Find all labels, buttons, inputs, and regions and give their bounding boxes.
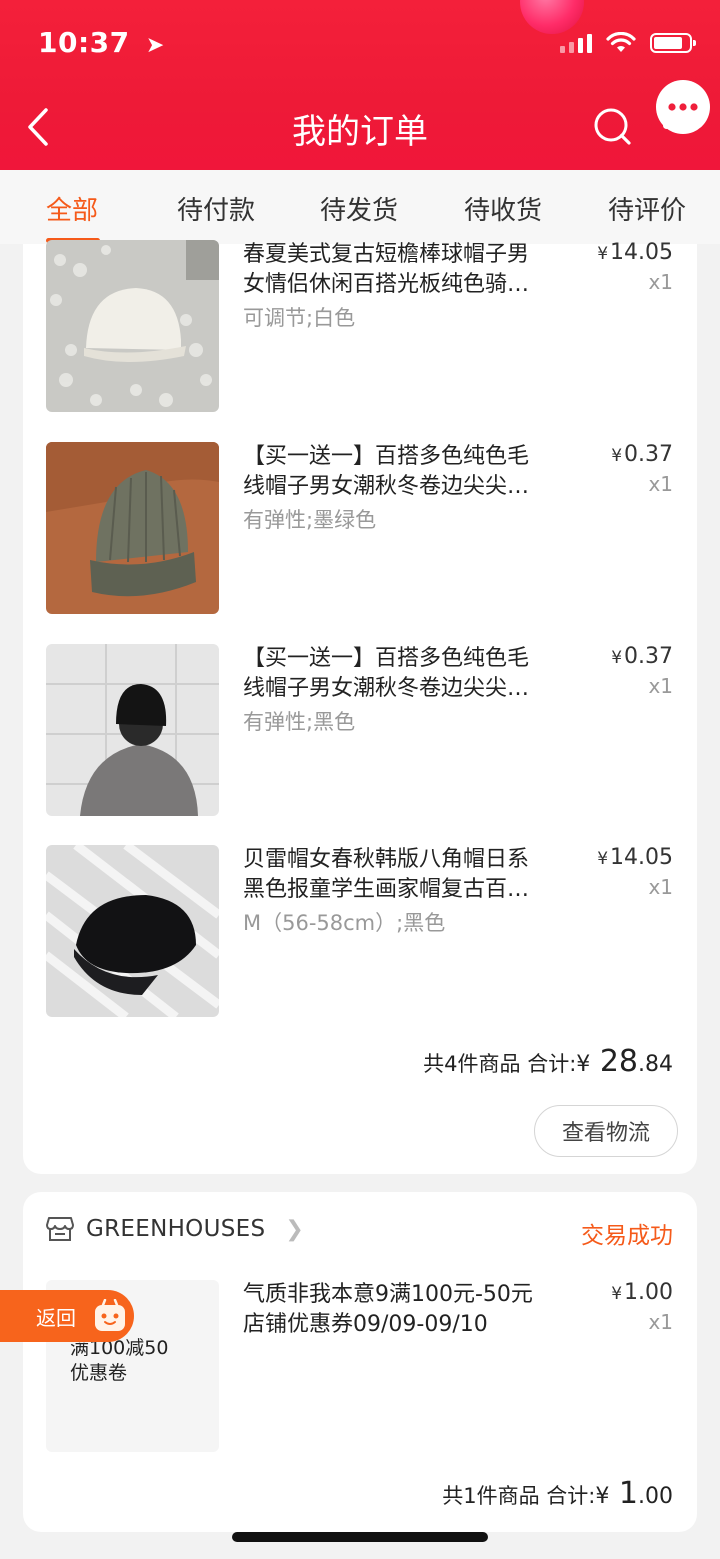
item-spec: 有弹性;墨绿色 bbox=[243, 508, 377, 532]
order-item[interactable]: 贝雷帽女春秋韩版八角帽日系 黑色报童学生画家帽复古百… M（56-58cm）;黑… bbox=[23, 845, 697, 1019]
status-time: 10:37 ➤ bbox=[38, 26, 165, 59]
tab-pending-receipt[interactable]: 待收货 bbox=[464, 190, 542, 227]
tab-pending-shipment[interactable]: 待发货 bbox=[320, 190, 398, 227]
return-label: 返回 bbox=[36, 1306, 76, 1330]
product-image bbox=[46, 240, 219, 412]
tab-pending-review[interactable]: 待评价 bbox=[608, 190, 686, 227]
product-image bbox=[46, 845, 219, 1017]
shop-name: GREENHOUSES bbox=[86, 1216, 266, 1242]
item-quantity: x1 bbox=[648, 472, 673, 496]
return-floating-button[interactable]: 返回 bbox=[0, 1290, 134, 1342]
order-item[interactable]: 【买一送一】百搭多色纯色毛 线帽子男女潮秋冬卷边尖尖… 有弹性;黑色 ¥0.37… bbox=[23, 644, 697, 818]
order-tabs: 全部 待付款 待发货 待收货 待评价 bbox=[0, 170, 720, 244]
item-price: ¥0.37 bbox=[611, 442, 673, 467]
item-title: 贝雷帽女春秋韩版八角帽日系 黑色报童学生画家帽复古百… bbox=[243, 847, 530, 902]
green-beanie-image bbox=[46, 442, 219, 614]
item-spec: M（56-58cm）;黑色 bbox=[243, 911, 446, 935]
order-status: 交易成功 bbox=[581, 1223, 673, 1249]
cell-signal-icon bbox=[560, 33, 592, 53]
item-price: ¥14.05 bbox=[597, 240, 673, 265]
shop-link[interactable]: GREENHOUSES ❯ bbox=[46, 1216, 304, 1242]
decorative-orb bbox=[520, 0, 584, 34]
item-spec: 有弹性;黑色 bbox=[243, 710, 356, 734]
item-quantity: x1 bbox=[648, 674, 673, 698]
battery-icon bbox=[650, 33, 696, 53]
tab-all[interactable]: 全部 bbox=[46, 190, 98, 227]
more-dots-icon[interactable] bbox=[663, 122, 700, 129]
order-card: 春夏美式复古短檐棒球帽子男 女情侣休闲百搭光板纯色骑… 可调节;白色 ¥14.0… bbox=[23, 240, 697, 1174]
clock-text: 10:37 bbox=[38, 26, 130, 59]
status-icons bbox=[560, 32, 696, 54]
shopping-bag-face-icon bbox=[88, 1295, 132, 1337]
item-title: 春夏美式复古短檐棒球帽子男 女情侣休闲百搭光板纯色骑… bbox=[243, 242, 530, 297]
item-title: 气质非我本意9满100元-50元 店铺优惠券09/09-09/10 bbox=[243, 1282, 533, 1337]
order-item[interactable]: 【买一送一】百搭多色纯色毛 线帽子男女潮秋冬卷边尖尖… 有弹性;墨绿色 ¥0.3… bbox=[23, 442, 697, 616]
store-icon bbox=[46, 1217, 74, 1241]
location-arrow-icon: ➤ bbox=[145, 33, 165, 58]
product-image bbox=[46, 442, 219, 614]
message-bubble-icon bbox=[668, 103, 698, 111]
order-item[interactable]: 春夏美式复古短檐棒球帽子男 女情侣休闲百搭光板纯色骑… 可调节;白色 ¥14.0… bbox=[23, 240, 697, 414]
item-price: ¥1.00 bbox=[611, 1280, 673, 1305]
item-quantity: x1 bbox=[648, 1310, 673, 1334]
item-title: 【买一送一】百搭多色纯色毛 线帽子男女潮秋冬卷边尖尖… bbox=[243, 646, 530, 701]
item-title: 【买一送一】百搭多色纯色毛 线帽子男女潮秋冬卷边尖尖… bbox=[243, 444, 530, 499]
black-beanie-image bbox=[46, 644, 219, 816]
item-price: ¥14.05 bbox=[597, 845, 673, 870]
app-header: 10:37 ➤ 我的订单 bbox=[0, 0, 720, 170]
search-icon bbox=[594, 108, 631, 145]
white-cap-image bbox=[46, 240, 219, 412]
chevron-right-icon: ❯ bbox=[285, 1216, 304, 1242]
search-button[interactable] bbox=[590, 104, 636, 150]
item-price: ¥0.37 bbox=[611, 644, 673, 669]
home-indicator bbox=[232, 1532, 488, 1542]
coupon-thumb-text: 满100减50 优惠卷 bbox=[70, 1337, 169, 1384]
black-beret-image bbox=[46, 845, 219, 1017]
order-total: 共1件商品 合计:¥ 1.00 bbox=[442, 1476, 673, 1511]
order-total: 共4件商品 合计:¥ 28.84 bbox=[423, 1044, 673, 1079]
view-logistics-button[interactable]: 查看物流 bbox=[534, 1105, 678, 1157]
item-quantity: x1 bbox=[648, 875, 673, 899]
item-quantity: x1 bbox=[648, 270, 673, 294]
product-image bbox=[46, 644, 219, 816]
item-spec: 可调节;白色 bbox=[243, 306, 356, 330]
wifi-icon bbox=[606, 32, 636, 52]
tab-pending-payment[interactable]: 待付款 bbox=[177, 190, 255, 227]
